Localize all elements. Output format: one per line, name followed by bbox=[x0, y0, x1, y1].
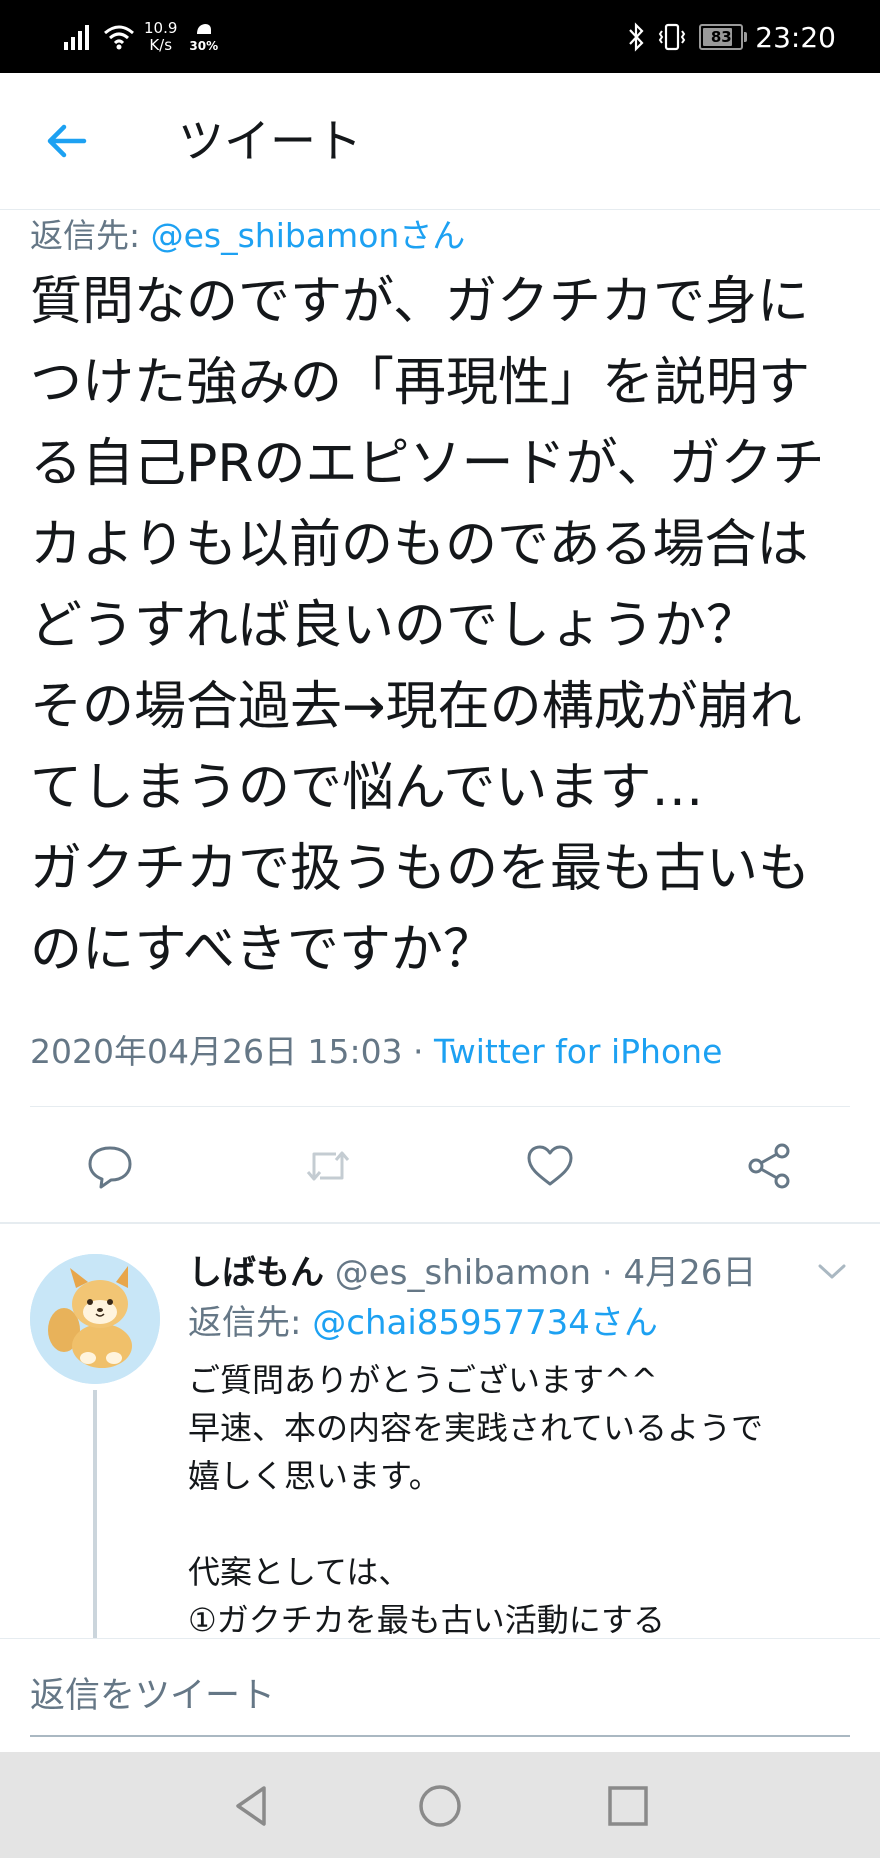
tweet-datetime: 2020年04月26日 15:03 · bbox=[30, 1032, 435, 1071]
status-bar-right: 83 23:20 bbox=[625, 14, 836, 60]
compose-underline bbox=[30, 1735, 850, 1737]
reply-text-line: 嬉しく思います。 bbox=[188, 1457, 441, 1495]
nav-back-icon[interactable] bbox=[228, 1782, 276, 1830]
status-bar: 10.9 K/s 30% 83 23:20 bbox=[0, 0, 880, 73]
reply-text-line bbox=[188, 1500, 848, 1548]
tweet-action-bar bbox=[0, 1108, 880, 1222]
reply-to-label: 返信先: bbox=[30, 216, 151, 255]
reply-icon[interactable] bbox=[84, 1142, 136, 1190]
vibrate-icon bbox=[659, 23, 686, 51]
thread-line bbox=[93, 1390, 97, 1638]
reply-handle-date: @es_shibamon · 4月26日 bbox=[324, 1253, 757, 1293]
wifi-icon bbox=[104, 25, 134, 50]
tweet-text-line: のにすべきですか？ bbox=[30, 920, 495, 980]
page-title: ツイート bbox=[178, 114, 362, 168]
tweet-source-link[interactable]: Twitter for iPhone bbox=[434, 1032, 722, 1071]
tweet-text-line: 質問なのですが、ガクチカで身に bbox=[30, 272, 809, 332]
reply-to-handle-link[interactable]: @chai85957734さん bbox=[312, 1303, 658, 1343]
reply-display-name[interactable]: しばもん bbox=[188, 1253, 324, 1293]
shiba-avatar-image bbox=[30, 1254, 160, 1384]
tweet-text-line: る自己PRのエピソードが、ガクチ bbox=[30, 434, 825, 494]
system-navigation-bar bbox=[0, 1752, 880, 1858]
battery-indicator: 83 bbox=[699, 24, 748, 50]
clock: 23:20 bbox=[755, 20, 836, 54]
signal-icon bbox=[64, 25, 89, 50]
tweet-meta: 2020年04月26日 15:03 · Twitter for iPhone bbox=[30, 1030, 722, 1074]
tweet-text-line: てしまうので悩んでいます… bbox=[30, 758, 704, 818]
tweet-text-line: つけた強みの「再現性」を説明す bbox=[30, 353, 811, 413]
app-header: ツイート bbox=[0, 73, 880, 210]
data-saver-icon bbox=[196, 23, 211, 34]
network-speed-unit: K/s bbox=[149, 36, 173, 54]
battery-level: 83 bbox=[710, 28, 732, 46]
reply-reply-to: 返信先: @chai85957734さん bbox=[188, 1300, 658, 1346]
heart-icon[interactable] bbox=[524, 1142, 576, 1190]
chevron-down-icon[interactable] bbox=[816, 1258, 848, 1284]
reply-text: ご質問ありがとうございます^^ 早速、本の内容を実践されているようで 嬉しく思い… bbox=[188, 1356, 848, 1644]
status-bar-left: 10.9 K/s 30% bbox=[62, 14, 218, 60]
tweet-reply-to: 返信先: @es_shibamonさん bbox=[30, 214, 465, 258]
nav-recents-icon[interactable] bbox=[604, 1782, 652, 1830]
reply-text-line: 代案としては、 bbox=[188, 1553, 411, 1591]
tweet-text-line: カよりも以前のものである場合は bbox=[30, 515, 809, 575]
reply-text-line: ①ガクチカを最も古い活動にする bbox=[188, 1601, 666, 1639]
tweet-text: 質問なのですが、ガクチカで身に つけた強みの「再現性」を説明す る自己PRのエピ… bbox=[30, 262, 860, 991]
reply-to-handle-link[interactable]: @es_shibamonさん bbox=[151, 216, 466, 255]
back-arrow-icon[interactable] bbox=[44, 119, 88, 163]
reply-header: しばもん @es_shibamon · 4月26日 bbox=[188, 1250, 756, 1296]
network-speed-value: 10.9 bbox=[144, 19, 178, 37]
divider bbox=[30, 1106, 850, 1107]
tweet-text-line: どうすれば良いのでしょうか？ bbox=[30, 596, 759, 656]
reply-text-line: 早速、本の内容を実践されているようで bbox=[188, 1409, 764, 1447]
divider bbox=[0, 1222, 880, 1224]
tweet-text-line: その場合過去→現在の構成が崩れ bbox=[30, 677, 802, 737]
share-icon[interactable] bbox=[744, 1142, 796, 1190]
data-saver: 30% bbox=[189, 22, 218, 53]
network-speed: 10.9 K/s bbox=[144, 20, 177, 54]
tweet-text-line: ガクチカで扱うものを最も古いも bbox=[30, 839, 811, 899]
data-saver-value: 30% bbox=[189, 38, 219, 53]
avatar[interactable] bbox=[30, 1254, 160, 1384]
retweet-icon[interactable] bbox=[302, 1142, 354, 1190]
reply-to-label: 返信先: bbox=[188, 1303, 313, 1343]
reply-text-line: ご質問ありがとうございます^^ bbox=[188, 1361, 658, 1399]
reply-compose-bar: 返信をツイート bbox=[0, 1638, 880, 1753]
bluetooth-icon bbox=[629, 22, 644, 52]
reply-compose-input[interactable]: 返信をツイート bbox=[30, 1673, 275, 1719]
nav-home-icon[interactable] bbox=[416, 1782, 464, 1830]
